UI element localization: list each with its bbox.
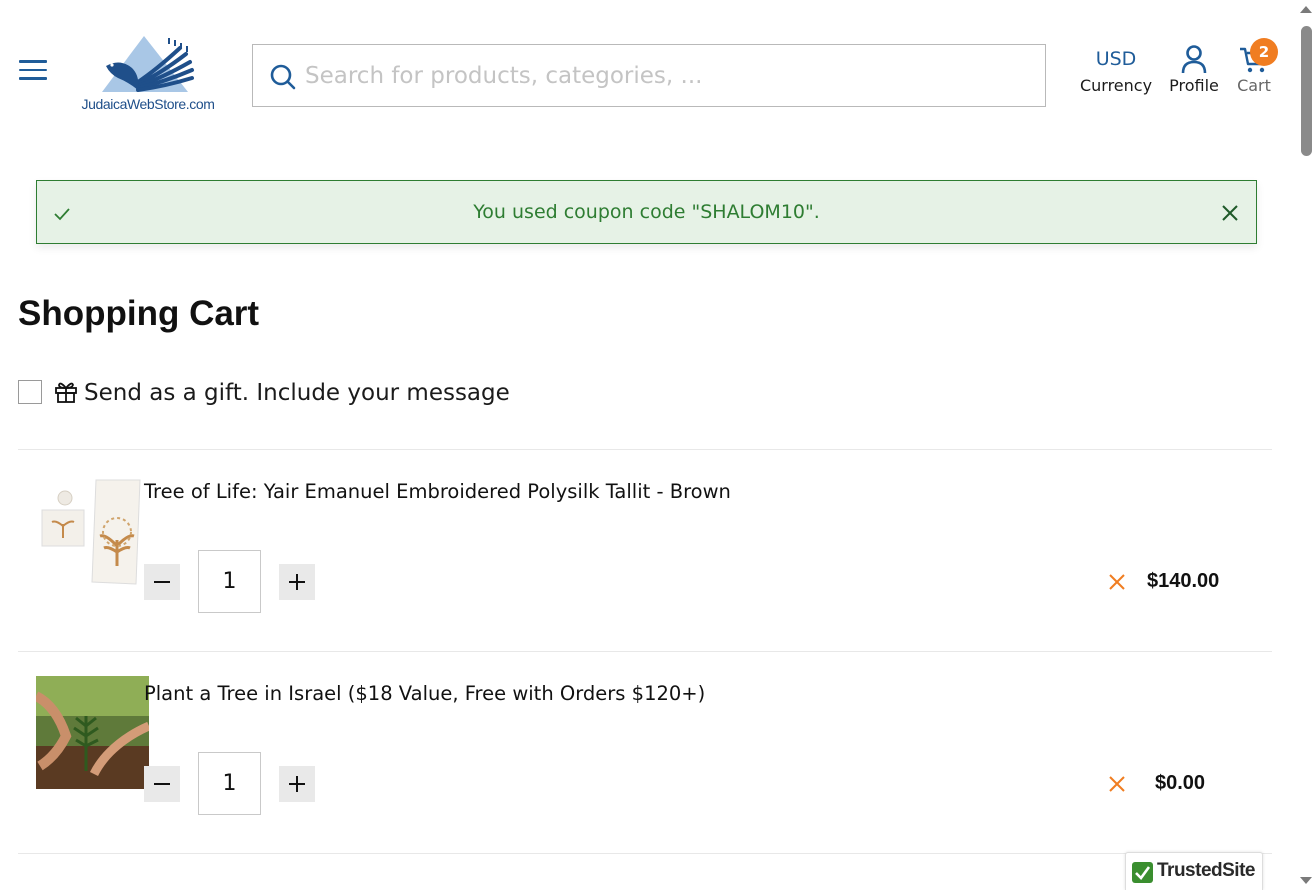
trusted-site-badge[interactable]: TrustedSite bbox=[1125, 852, 1263, 890]
search-bar bbox=[252, 44, 1046, 107]
increase-quantity-button[interactable] bbox=[279, 564, 315, 600]
cart-label: Cart bbox=[1237, 76, 1271, 95]
cart-item: Plant a Tree in Israel ($18 Value, Free … bbox=[18, 652, 1272, 852]
profile-button[interactable]: Profile bbox=[1166, 44, 1222, 95]
coupon-alert: You used coupon code "SHALOM10". bbox=[36, 180, 1257, 244]
quantity-input[interactable] bbox=[198, 752, 261, 815]
scroll-up-arrow-icon[interactable] bbox=[1300, 6, 1312, 13]
alert-message: You used coupon code "SHALOM10". bbox=[473, 201, 820, 223]
product-name[interactable]: Plant a Tree in Israel ($18 Value, Free … bbox=[144, 682, 705, 705]
currency-selector[interactable]: USD Currency bbox=[1078, 44, 1154, 95]
page-scrollbar[interactable] bbox=[1296, 0, 1316, 890]
decrease-quantity-button[interactable] bbox=[144, 766, 180, 802]
menu-icon[interactable] bbox=[19, 60, 47, 82]
profile-label: Profile bbox=[1169, 76, 1219, 95]
scroll-down-arrow-icon[interactable] bbox=[1300, 877, 1312, 884]
close-icon[interactable] bbox=[1220, 203, 1240, 223]
decrease-quantity-button[interactable] bbox=[144, 564, 180, 600]
cart-count-badge: 2 bbox=[1250, 38, 1278, 66]
trusted-check-icon bbox=[1132, 862, 1153, 883]
search-icon[interactable] bbox=[269, 63, 297, 91]
plus-icon bbox=[289, 574, 305, 590]
page-title: Shopping Cart bbox=[18, 294, 260, 333]
remove-item-icon[interactable] bbox=[1107, 774, 1127, 794]
profile-icon bbox=[1166, 44, 1222, 74]
gift-icon bbox=[55, 382, 77, 403]
increase-quantity-button[interactable] bbox=[279, 766, 315, 802]
gift-checkbox[interactable] bbox=[18, 380, 42, 404]
trusted-site-label: TrustedSite bbox=[1157, 860, 1255, 881]
logo-text: JudaicaWebStore.com bbox=[81, 96, 215, 112]
site-header: JudaicaWebStore.com USD Currency Profile bbox=[0, 0, 1296, 150]
scrollbar-thumb[interactable] bbox=[1301, 26, 1312, 156]
search-input[interactable] bbox=[305, 57, 1025, 95]
product-image[interactable] bbox=[33, 676, 151, 789]
remove-item-icon[interactable] bbox=[1107, 572, 1127, 592]
gift-label[interactable]: Send as a gift. Include your message bbox=[84, 378, 510, 408]
plus-icon bbox=[289, 776, 305, 792]
quantity-input[interactable] bbox=[198, 550, 261, 613]
item-price: $0.00 bbox=[1155, 772, 1206, 794]
item-price: $140.00 bbox=[1147, 570, 1220, 592]
minus-icon bbox=[154, 581, 170, 583]
product-image[interactable] bbox=[36, 476, 149, 589]
minus-icon bbox=[154, 783, 170, 785]
divider bbox=[18, 853, 1272, 854]
logo-dove-icon bbox=[102, 36, 194, 92]
cart-item: Tree of Life: Yair Emanuel Embroidered P… bbox=[18, 450, 1272, 650]
currency-label: Currency bbox=[1079, 76, 1153, 95]
store-logo[interactable]: JudaicaWebStore.com bbox=[76, 34, 220, 116]
product-name[interactable]: Tree of Life: Yair Emanuel Embroidered P… bbox=[144, 480, 731, 503]
currency-value: USD bbox=[1095, 48, 1137, 70]
